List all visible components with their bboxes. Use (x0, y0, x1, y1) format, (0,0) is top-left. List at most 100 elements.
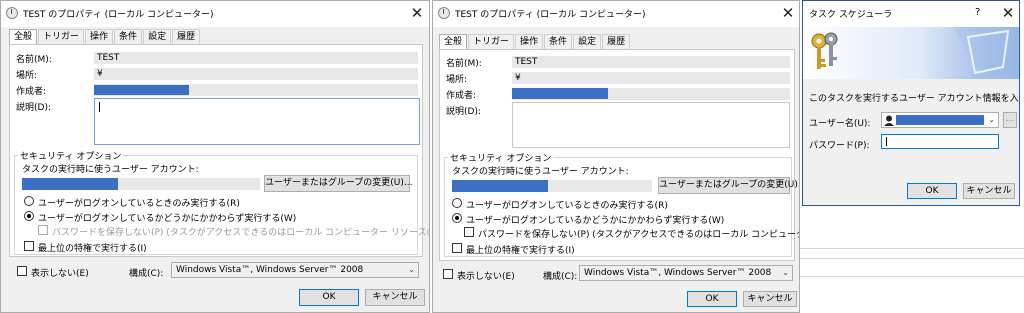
username-select[interactable]: ⌄ (881, 112, 999, 128)
run-whether-label: ユーザーがログオンしているかどうかにかかわらず実行する(W) (38, 214, 297, 224)
clock-icon (438, 7, 450, 19)
author-redaction (94, 85, 189, 95)
username-label: ユーザー名(U): (809, 119, 871, 129)
cancel-button[interactable]: キャンセル (743, 291, 797, 307)
hidden-label: 表示しない(E) (31, 269, 89, 279)
text-caret (886, 137, 887, 146)
security-options-label: セキュリティ オプション (448, 151, 554, 164)
name-value: TEST (94, 52, 418, 64)
tab-settings[interactable]: 設定 (573, 34, 602, 49)
configure-select[interactable]: Windows Vista™, Windows Server™ 2008 ⌄ (579, 265, 793, 281)
tab-strip: 全般 トリガー 操作 条件 設定 履歴 (9, 29, 201, 44)
description-textarea[interactable] (512, 102, 790, 148)
tab-general[interactable]: 全般 (9, 29, 38, 44)
ok-button[interactable]: OK (687, 291, 737, 307)
configure-select[interactable]: Windows Vista™, Windows Server™ 2008 ⌄ (171, 262, 419, 278)
hidden-checkbox[interactable] (17, 266, 27, 276)
highest-privileges-label: 最上位の特権で実行する(I) (38, 244, 147, 254)
tab-actions[interactable]: 操作 (515, 34, 544, 49)
hidden-label: 表示しない(E) (457, 272, 515, 282)
location-label: 場所: (446, 75, 468, 85)
run-logged-on-radio[interactable] (452, 198, 462, 208)
dont-store-password-label: パスワードを保存しない(P) (タスクがアクセスできるのはローカル コンピュータ… (478, 230, 799, 240)
name-label: 名前(M): (16, 55, 52, 65)
ok-button[interactable]: OK (907, 183, 957, 199)
background-divider (800, 258, 1024, 259)
chevron-down-icon: ⌄ (988, 115, 995, 124)
tab-history[interactable]: 履歴 (172, 29, 201, 44)
location-label: 場所: (16, 71, 38, 81)
properties-dialog-middle: TEST のプロパティ (ローカル コンピューター) ✕ 全般 トリガー 操作 … (432, 0, 800, 313)
credentials-prompt: このタスクを実行するユーザー アカウント情報を入力してください。 (809, 94, 1019, 104)
dont-store-password-label: パスワードを保存しない(P) (タスクがアクセスできるのはローカル コンピュータ… (52, 228, 430, 238)
location-value: ¥ (94, 68, 418, 80)
password-input[interactable] (881, 134, 999, 149)
chevron-down-icon: ⌄ (782, 268, 789, 277)
close-icon[interactable]: ✕ (777, 3, 799, 23)
close-icon[interactable]: ✕ (406, 3, 428, 23)
tab-conditions[interactable]: 条件 (114, 29, 143, 44)
highest-privileges-label: 最上位の特権で実行する(I) (466, 246, 575, 256)
run-logged-on-radio[interactable] (24, 196, 34, 206)
tab-strip: 全般 トリガー 操作 条件 設定 履歴 (439, 34, 631, 49)
cancel-button[interactable]: キャンセル (365, 289, 425, 306)
configure-value: Windows Vista™, Windows Server™ 2008 (584, 268, 772, 278)
window-title: TEST のプロパティ (ローカル コンピューター) (455, 10, 646, 20)
highest-privileges-checkbox[interactable] (452, 243, 462, 253)
account-prompt: タスクの実行時に使うユーザー アカウント: (452, 167, 629, 177)
general-panel: 名前(M): TEST 場所: ¥ 作成者: 説明(D): セキュリティ オプシ… (439, 49, 799, 261)
tab-triggers[interactable]: トリガー (38, 29, 85, 44)
author-label: 作成者: (446, 91, 477, 101)
run-whether-label: ユーザーがログオンしているかどうかにかかわらず実行する(W) (466, 216, 725, 226)
account-prompt: タスクの実行時に使うユーザー アカウント: (22, 165, 199, 175)
keys-banner-art (803, 27, 1019, 79)
tab-triggers[interactable]: トリガー (468, 34, 515, 49)
tab-conditions[interactable]: 条件 (544, 34, 573, 49)
security-options-label: セキュリティ オプション (18, 149, 124, 162)
title-bar: TEST のプロパティ (ローカル コンピューター) ✕ (433, 1, 799, 27)
configure-label: 構成(C): (543, 272, 578, 282)
tab-settings[interactable]: 設定 (143, 29, 172, 44)
clock-icon (6, 7, 18, 19)
author-redaction (512, 88, 608, 99)
dont-store-password-checkbox[interactable] (464, 227, 474, 237)
tab-actions[interactable]: 操作 (85, 29, 114, 44)
chevron-down-icon: ⌄ (408, 265, 415, 274)
author-label: 作成者: (16, 87, 47, 97)
change-user-button[interactable]: ユーザーまたはグループの変更(U)... (264, 175, 412, 192)
background-divider (800, 248, 1024, 249)
cancel-button[interactable]: キャンセル (963, 183, 1015, 199)
run-whether-radio[interactable] (24, 211, 34, 221)
hidden-checkbox[interactable] (443, 269, 453, 279)
general-panel: 名前(M): TEST 場所: ¥ 作成者: 説明(D): セキュリティ オプシ… (9, 44, 429, 257)
description-label: 説明(D): (16, 103, 51, 113)
location-value: ¥ (512, 72, 790, 84)
tab-general[interactable]: 全般 (439, 34, 468, 49)
background-divider (800, 276, 1024, 277)
change-user-button[interactable]: ユーザーまたはグループの変更(U)... (658, 177, 799, 194)
name-value: TEST (512, 56, 790, 68)
run-logged-on-label: ユーザーがログオンしているときのみ実行する(R) (38, 199, 240, 209)
highest-privileges-checkbox[interactable] (24, 241, 34, 251)
run-logged-on-label: ユーザーがログオンしているときのみ実行する(R) (466, 201, 668, 211)
description-textarea[interactable] (94, 98, 420, 145)
credentials-dialog: タスク スケジューラ ? ✕ このタスクを実行するユーザー アカウント情報を入 … (802, 0, 1020, 206)
run-whether-radio[interactable] (452, 213, 462, 223)
title-bar: TEST のプロパティ (ローカル コンピューター) ✕ (1, 1, 429, 27)
account-redaction (452, 180, 548, 192)
dont-store-password-checkbox[interactable] (38, 225, 48, 235)
keys-banner (803, 27, 1019, 79)
account-redaction (22, 178, 118, 190)
help-icon[interactable]: ? (975, 7, 980, 18)
window-title: タスク スケジューラ (809, 10, 893, 20)
configure-label: 構成(C): (129, 269, 164, 279)
close-icon[interactable]: ✕ (997, 3, 1019, 23)
tab-history[interactable]: 履歴 (602, 34, 631, 49)
ok-button[interactable]: OK (299, 289, 359, 306)
description-label: 説明(D): (446, 107, 481, 117)
password-label: パスワード(P): (809, 141, 870, 151)
browse-user-button[interactable]: ... (1003, 112, 1017, 128)
configure-value: Windows Vista™, Windows Server™ 2008 (176, 265, 364, 275)
properties-dialog-left: TEST のプロパティ (ローカル コンピューター) ✕ 全般 トリガー 操作 … (0, 0, 430, 313)
title-bar: タスク スケジューラ ? ✕ (803, 1, 1019, 27)
